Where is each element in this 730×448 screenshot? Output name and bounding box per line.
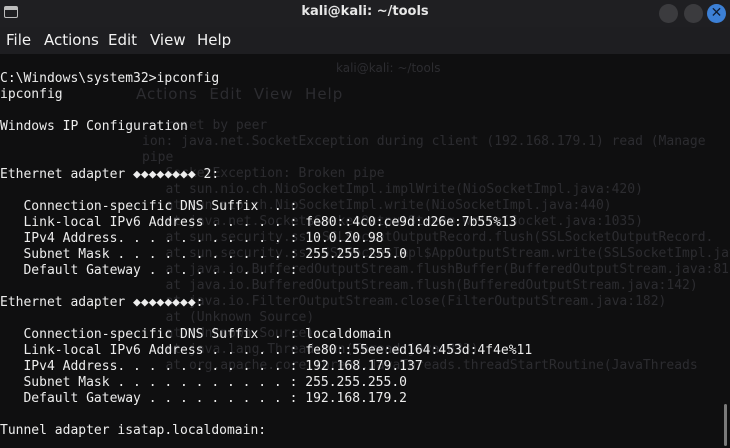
terminal-line: C:\Windows\system32>ipconfig bbox=[0, 71, 220, 86]
terminal-line: IPv4 Address. . . . . . . . . . . : 192.… bbox=[0, 359, 423, 374]
window-titlebar: kali@kali: ~/tools ✕ bbox=[0, 0, 730, 27]
terminal-line: IPv4 Address. . . . . . . . . . . : 10.0… bbox=[0, 231, 384, 246]
terminal-line: Connection-specific DNS Suffix . : local… bbox=[0, 327, 392, 342]
menu-edit[interactable]: Edit bbox=[108, 31, 137, 49]
terminal-line: Connection-specific DNS Suffix . : bbox=[0, 199, 298, 214]
scrollbar-thumb[interactable] bbox=[724, 404, 727, 446]
menu-help[interactable]: Help bbox=[197, 31, 231, 49]
maximize-button[interactable] bbox=[684, 4, 703, 23]
terminal-line: ipconfig bbox=[0, 87, 63, 102]
terminal-output[interactable]: C:\Windows\system32>ipconfig ipconfig Wind… bbox=[0, 71, 718, 448]
terminal-line: Ethernet adapter ◆◆◆◆◆◆◆◆: bbox=[0, 295, 204, 310]
menu-bar: File Actions Edit View Help bbox=[0, 27, 730, 54]
terminal-line: Subnet Mask . . . . . . . . . . . : 255.… bbox=[0, 375, 407, 390]
close-button[interactable]: ✕ bbox=[707, 4, 726, 23]
close-icon: ✕ bbox=[710, 5, 723, 21]
terminal-line: Link-local IPv6 Address . . . . . : fe80… bbox=[0, 215, 517, 230]
menu-file[interactable]: File bbox=[6, 31, 31, 49]
menu-view[interactable]: View bbox=[150, 31, 186, 49]
terminal-line: Default Gateway . . . . . . . . . : bbox=[0, 263, 298, 278]
menu-actions[interactable]: Actions bbox=[44, 31, 99, 49]
scrollbar[interactable] bbox=[721, 54, 730, 448]
terminal-line: Ethernet adapter ◆◆◆◆◆◆◆◆ 2: bbox=[0, 167, 220, 182]
terminal-line: Default Gateway . . . . . . . . . : 192.… bbox=[0, 391, 407, 406]
terminal-line: Link-local IPv6 Address . . . . . : fe80… bbox=[0, 343, 533, 358]
terminal-line: Windows IP Configuration bbox=[0, 119, 188, 134]
minimize-button[interactable] bbox=[659, 4, 678, 23]
terminal-line: Tunnel adapter isatap.localdomain: bbox=[0, 423, 267, 438]
window-title: kali@kali: ~/tools bbox=[301, 4, 429, 19]
terminal-line: Subnet Mask . . . . . . . . . . . : 255.… bbox=[0, 247, 407, 262]
